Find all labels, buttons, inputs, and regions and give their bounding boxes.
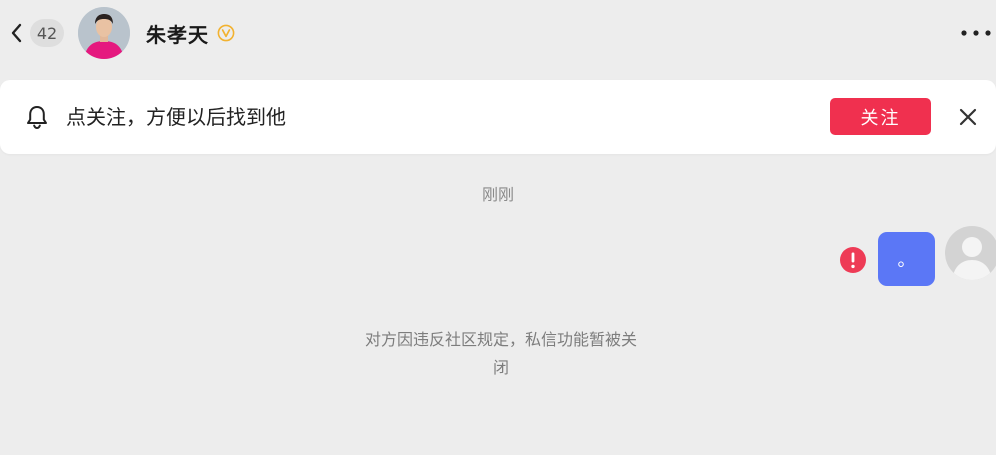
close-icon[interactable] xyxy=(957,106,979,128)
unread-count-badge: 42 xyxy=(30,19,64,47)
system-notice: 对方因违反社区规定，私信功能暂被关 闭 xyxy=(340,326,662,382)
error-icon[interactable] xyxy=(839,246,867,274)
contact-avatar[interactable] xyxy=(78,7,130,59)
my-message-bubble[interactable]: 。 xyxy=(878,232,935,286)
contact-name: 朱孝天 xyxy=(146,22,209,47)
system-notice-line-1: 对方因违反社区规定，私信功能暂被关 xyxy=(364,330,637,349)
banner-text: 点关注，方便以后找到他 xyxy=(66,105,286,129)
chat-header: 42 朱孝天 xyxy=(0,0,996,66)
follow-button[interactable]: 关注 xyxy=(830,98,931,135)
my-avatar[interactable] xyxy=(945,226,996,280)
more-button[interactable] xyxy=(958,20,994,46)
system-notice-line-2: 闭 xyxy=(492,358,509,377)
follow-banner: 点关注，方便以后找到他 关注 xyxy=(0,80,996,154)
chat-page: 42 朱孝天 点关注，方便以后找到他 关注 刚刚 。 对方因违反社区规定，私信功… xyxy=(0,0,996,455)
more-icon xyxy=(961,30,991,36)
bell-icon xyxy=(27,106,47,130)
back-button[interactable]: 42 xyxy=(8,18,64,48)
verified-icon xyxy=(217,24,235,42)
message-timestamp: 刚刚 xyxy=(481,185,514,204)
default-avatar-icon xyxy=(945,226,996,280)
back-arrow-icon xyxy=(8,21,24,45)
contact-name-wrap[interactable]: 朱孝天 xyxy=(146,18,235,48)
